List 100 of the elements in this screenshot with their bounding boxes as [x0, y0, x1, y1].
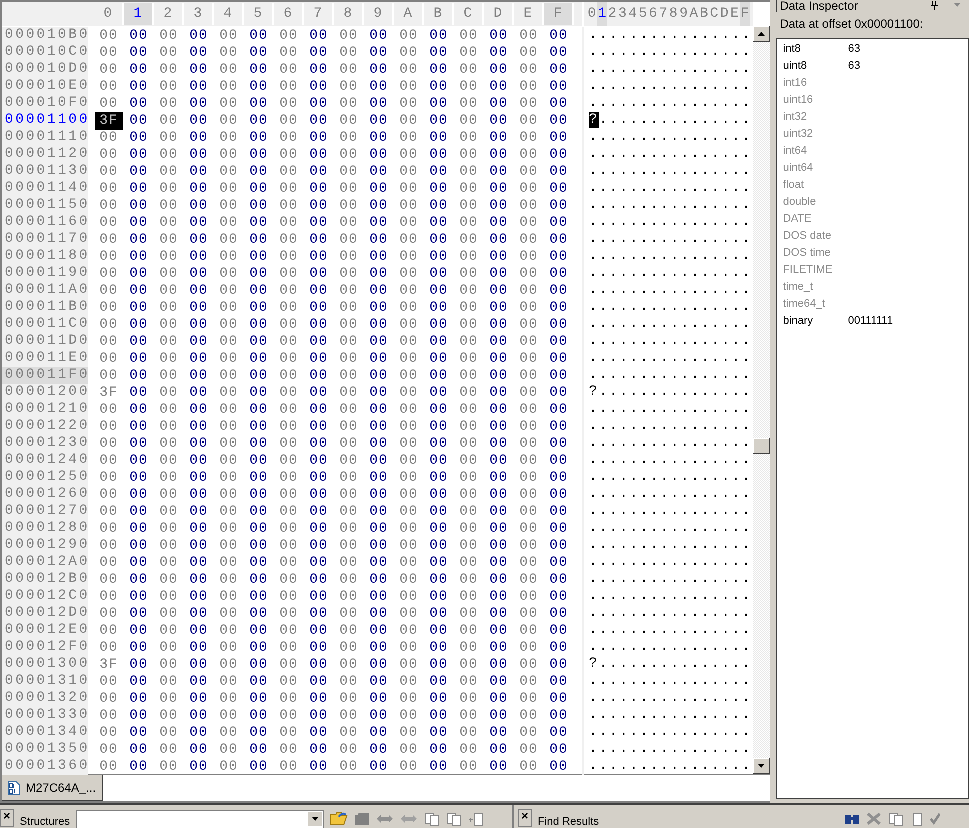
hex-byte: 00 [458, 45, 480, 61]
field-name: DATE [783, 212, 813, 227]
hex-byte: 00 [128, 674, 150, 690]
hex-byte: 00 [548, 147, 570, 163]
hex-byte: 00 [368, 351, 390, 367]
hex-byte: 00 [158, 402, 180, 418]
hex-byte: 00 [188, 385, 210, 401]
hex-byte: 00 [158, 470, 180, 486]
hex-byte: 00 [548, 45, 570, 61]
hex-byte: 00 [338, 504, 360, 520]
hex-byte: 00 [398, 198, 420, 214]
hex-byte: 00 [128, 181, 150, 197]
offset-label: 000011D0 [2, 333, 88, 350]
pin-icon[interactable] [931, 1, 938, 10]
hex-byte: 00 [278, 45, 300, 61]
hex-byte: 00 [398, 300, 420, 316]
field-name: DOS date [783, 229, 833, 244]
hex-byte: 00 [278, 725, 300, 741]
hex-byte: 00 [458, 555, 480, 571]
hex-byte: 00 [278, 657, 300, 673]
hex-byte: 00 [308, 249, 330, 265]
hex-byte: 00 [338, 317, 360, 333]
folder-icon[interactable] [330, 812, 348, 826]
offset-label: 00001240 [2, 452, 88, 469]
hex-byte: 00 [278, 62, 300, 78]
cross-icon[interactable] [866, 812, 882, 826]
hex-byte: 00 [488, 300, 510, 316]
hex-byte: 00 [428, 606, 450, 622]
check-icon[interactable] [930, 812, 940, 826]
hex-byte: 00 [338, 691, 360, 707]
file-tab[interactable]: M27C64A_... [2, 775, 104, 801]
hex-byte: 00 [128, 147, 150, 163]
offset-label: 000012A0 [2, 554, 88, 571]
dropdown-arrow-icon[interactable] [954, 3, 961, 7]
hex-byte: 00 [458, 572, 480, 588]
char-column-header: E [730, 5, 740, 24]
dropdown-button[interactable] [308, 812, 322, 826]
close-button[interactable]: × [0, 809, 14, 827]
selected-char: ? [589, 112, 600, 128]
document-icon[interactable] [910, 812, 924, 826]
hex-byte: 00 [548, 453, 570, 469]
hex-byte: 00 [548, 266, 570, 282]
vertical-scrollbar[interactable] [753, 26, 770, 774]
hex-byte: 00 [308, 640, 330, 656]
hex-byte: 00 [308, 623, 330, 639]
hex-byte: 00 [98, 198, 120, 214]
hex-byte: 00 [488, 402, 510, 418]
close-button[interactable]: × [518, 809, 532, 827]
hex-byte: 00 [218, 657, 240, 673]
offset-label: 000011B0 [2, 299, 88, 316]
hex-byte: 00 [308, 708, 330, 724]
hex-byte: 00 [158, 45, 180, 61]
hex-byte: 00 [488, 708, 510, 724]
hex-byte: 00 [188, 453, 210, 469]
hex-byte: 00 [308, 759, 330, 775]
ascii-text: ................ [589, 554, 752, 570]
hex-byte: 00 [488, 640, 510, 656]
copy-icon[interactable] [424, 812, 440, 826]
hex-byte: 00 [428, 266, 450, 282]
hex-byte: 00 [308, 113, 330, 129]
hex-byte: 00 [428, 317, 450, 333]
hex-byte: 00 [248, 266, 270, 282]
hex-byte: 00 [338, 487, 360, 503]
hex-byte: 00 [518, 470, 540, 486]
scroll-down-button[interactable] [753, 758, 770, 774]
hex-byte: 00 [428, 198, 450, 214]
document-icon[interactable] [468, 812, 484, 826]
hex-byte: 00 [218, 555, 240, 571]
hex-byte: 00 [488, 759, 510, 775]
hex-byte: 00 [518, 317, 540, 333]
column-header: 2 [154, 3, 184, 25]
hex-byte: 00 [308, 351, 330, 367]
hex-byte: 00 [398, 572, 420, 588]
hex-byte: 00 [488, 232, 510, 248]
scroll-thumb[interactable] [753, 438, 770, 454]
structures-dropdown[interactable] [76, 810, 324, 828]
ascii-text: ................ [589, 435, 752, 451]
hex-byte: 00 [278, 487, 300, 503]
hex-byte: 00 [458, 249, 480, 265]
offset-label: 00001210 [2, 401, 88, 418]
ascii-text: ................ [589, 520, 752, 536]
hex-byte: 00 [248, 62, 270, 78]
hex-byte: 00 [368, 62, 390, 78]
hex-byte: 00 [308, 674, 330, 690]
scroll-up-button[interactable] [753, 26, 770, 42]
hex-byte: 00 [518, 657, 540, 673]
hex-byte: 00 [458, 640, 480, 656]
hex-byte: 00 [278, 130, 300, 146]
hex-byte: 00 [458, 385, 480, 401]
hex-byte: 00 [188, 181, 210, 197]
hex-byte: 00 [248, 538, 270, 554]
up-arrow-icon [758, 32, 765, 36]
copy-icon[interactable] [888, 812, 904, 826]
hex-byte: 00 [338, 198, 360, 214]
char-column-header: 7 [658, 5, 668, 24]
copy-icon[interactable] [446, 812, 462, 826]
hex-byte: 00 [158, 657, 180, 673]
double-arrow-icon[interactable] [376, 812, 394, 826]
hex-byte: 00 [338, 368, 360, 384]
hex-byte: 00 [398, 521, 420, 537]
